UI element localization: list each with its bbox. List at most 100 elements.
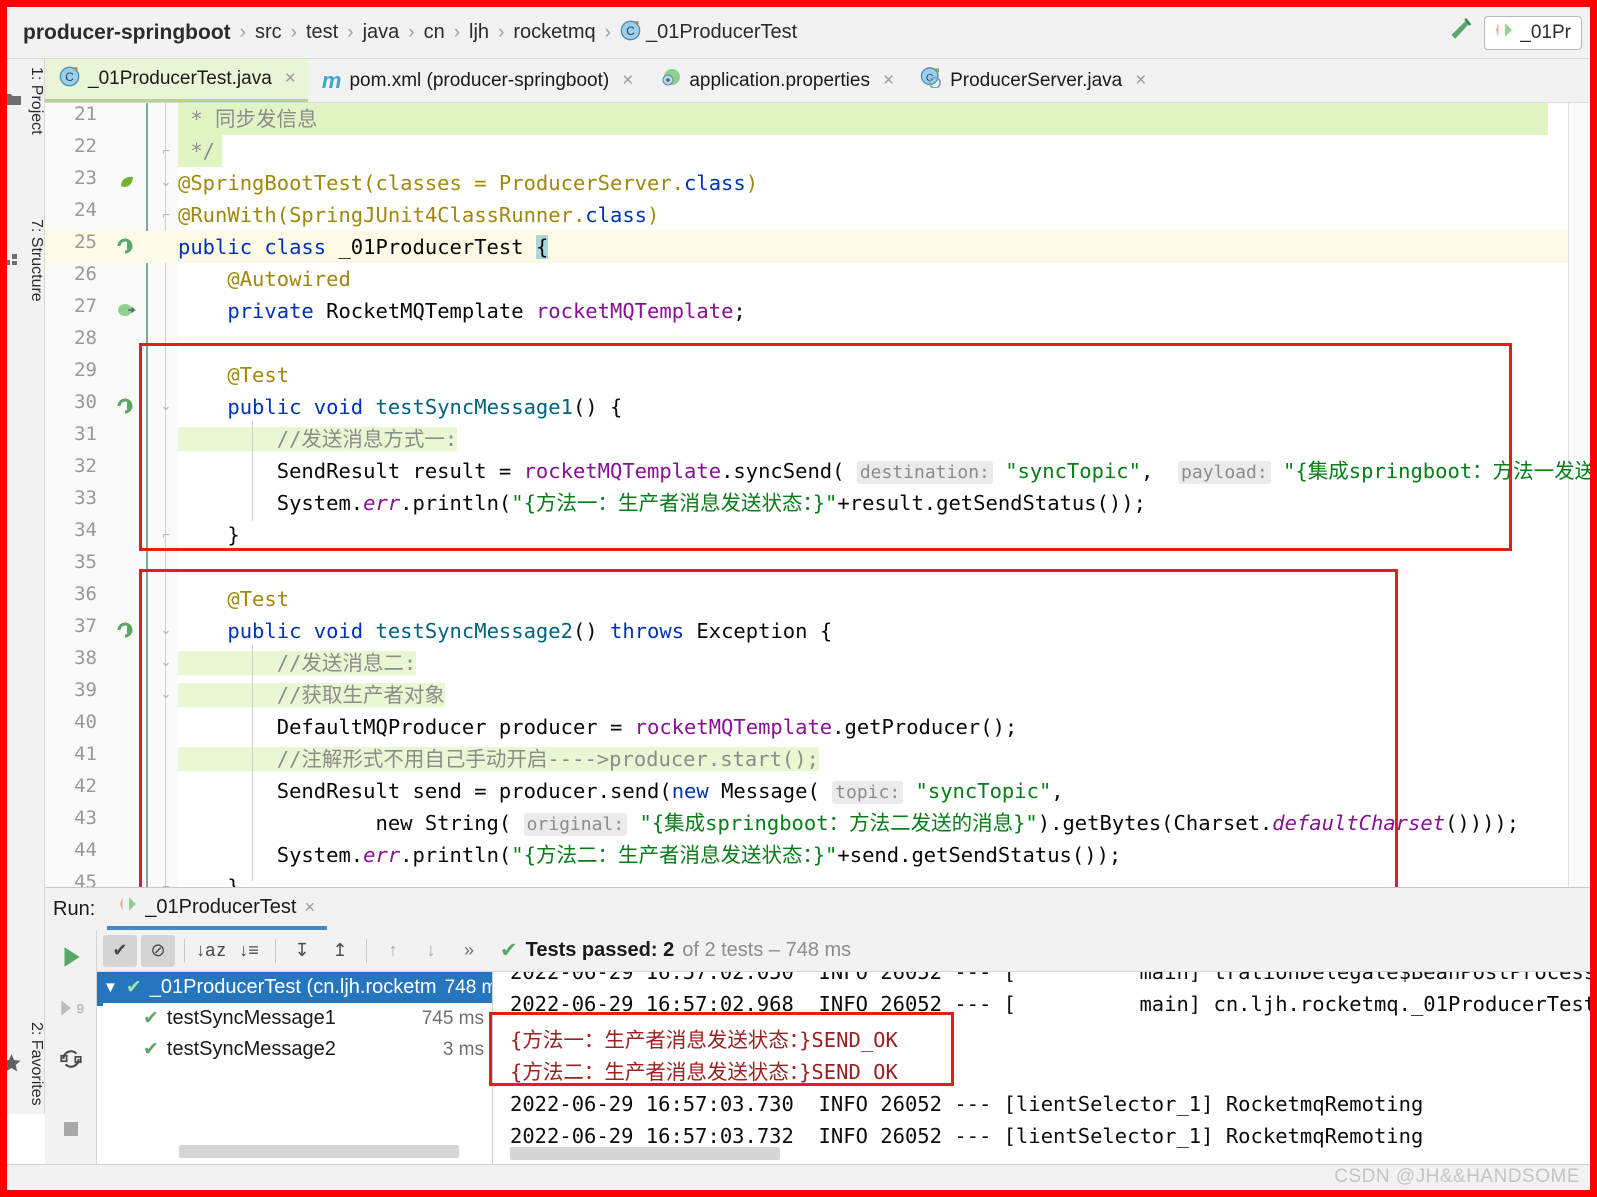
fold-icon[interactable]: ⌄ [157, 685, 175, 703]
sort-alphabetically-button[interactable]: ↓a z [194, 935, 228, 967]
code-token: { [535, 235, 549, 259]
fold-icon[interactable]: ⌄ [157, 173, 175, 191]
table-row[interactable]: ▼ ✔ _01ProducerTest (cn.ljh.rocketm 748 … [97, 972, 492, 1003]
spring-class-icon: C [920, 67, 942, 94]
code-line-22: */ [178, 135, 1590, 167]
parameter-hint: original: [523, 813, 628, 836]
hide-ignored-button[interactable]: ⊘ [141, 934, 175, 967]
tab-pom-xml[interactable]: m pom.xml (producer-springboot) × [308, 59, 645, 102]
sort-by-duration-button[interactable]: ↓≡ [232, 935, 266, 967]
svg-text:9: 9 [76, 1000, 84, 1016]
toolbar-divider [184, 938, 185, 963]
prev-failed-test-button[interactable]: ↑ [376, 935, 410, 967]
fold-icon[interactable]: ⌄ [157, 397, 175, 415]
code-token: () { [572, 395, 623, 419]
code-token: public class [178, 235, 339, 259]
line-number: 24 [74, 199, 97, 221]
next-failed-test-button[interactable]: ↓ [414, 935, 448, 967]
code-token: "{方法一：生产者消息发送状态：}" [511, 491, 838, 515]
breadcrumb-item-rocketmq[interactable]: rocketmq [513, 21, 595, 44]
more-button[interactable]: » [452, 935, 486, 967]
table-row[interactable]: ✔ testSyncMessage2 3 ms [97, 1034, 492, 1065]
show-passed-button[interactable]: ✔ [103, 934, 137, 967]
code-token: ) [647, 203, 660, 227]
autowired-bean-icon[interactable] [117, 301, 137, 321]
tab-label: _01ProducerTest.java [88, 68, 272, 89]
rerun-failed-tests-button[interactable]: 9 [58, 995, 84, 1026]
code-token: throws [610, 619, 697, 643]
rerun-button[interactable] [58, 944, 84, 975]
breadcrumb-item-class[interactable]: _01ProducerTest [646, 21, 797, 44]
code-token: "{集成springboot：方法二发送的消息}" [627, 811, 1038, 835]
fold-end-icon[interactable]: ⌐ [157, 205, 175, 223]
collapse-all-button[interactable]: ↥ [323, 935, 357, 967]
test-duration: 3 ms [442, 1038, 484, 1060]
code-token: "{集成springboot：方法一发送的消息}" [1283, 459, 1590, 483]
spring-bean-icon[interactable] [117, 173, 137, 193]
breadcrumb-item-test[interactable]: test [306, 21, 338, 44]
tree-horizontal-scrollbar[interactable] [179, 1145, 459, 1158]
close-icon[interactable]: × [1135, 70, 1146, 92]
sidebar-item-favorites[interactable]: 2: Favorites [7, 1022, 45, 1106]
run-tab-01producertest[interactable]: _01ProducerTest × [107, 888, 327, 930]
line-number: 26 [74, 263, 97, 285]
breadcrumb-item-src[interactable]: src [255, 21, 282, 44]
code-token: @Test [178, 587, 290, 611]
sidebar-item-structure[interactable]: 7: Structure [7, 219, 45, 302]
console-output[interactable]: 2022-06-29 16:57:02.050 INFO 26052 --- [… [494, 972, 1590, 1164]
breadcrumb-item-cn[interactable]: cn [424, 21, 445, 44]
fold-icon[interactable]: ⌄ [157, 653, 175, 671]
fold-end-icon[interactable]: ⌐ [157, 525, 175, 543]
expand-all-button[interactable]: ↧ [285, 935, 319, 967]
fold-icon[interactable]: ⌄ [157, 621, 175, 639]
toggle-auto-test-button[interactable] [58, 1046, 84, 1077]
console-horizontal-scrollbar[interactable] [510, 1147, 780, 1160]
breadcrumb-item-ljh[interactable]: ljh [469, 21, 489, 44]
code-token: "syncTopic" [992, 459, 1141, 483]
close-icon[interactable]: × [883, 70, 894, 92]
breadcrumb-item-project[interactable]: producer-springboot [23, 21, 231, 45]
console-line: 2022-06-29 16:57:02.968 INFO 26052 --- [… [510, 992, 1590, 1016]
breadcrumb-separator: › [408, 21, 415, 43]
code-line-31: //发送消息方式一: [178, 423, 1590, 455]
console-run-marker [97, 972, 103, 1006]
run-test-icon[interactable] [117, 397, 137, 417]
code-line-32: SendResult result = rocketMQTemplate.syn… [178, 455, 1590, 487]
code-token: .println( [400, 491, 512, 515]
line-number: 25 [74, 231, 97, 253]
test-results-tree[interactable]: ▼ ✔ _01ProducerTest (cn.ljh.rocketm 748 … [97, 972, 493, 1164]
code-token: ()))); [1445, 811, 1520, 835]
code-line-41: //注解形式不用自己手动开启---->producer.start(); [178, 743, 1590, 775]
code-token: err [363, 843, 401, 867]
toolbar-divider [366, 938, 367, 963]
stop-button[interactable] [59, 1117, 83, 1146]
line-number: 33 [74, 487, 97, 509]
sidebar-item-project[interactable]: 1: Project [7, 67, 45, 135]
code-token: DefaultMQProducer producer = [178, 715, 635, 739]
code-line-24: @RunWith(SpringJUnit4ClassRunner.class) [178, 199, 1590, 231]
run-class-icon[interactable] [117, 237, 137, 257]
close-icon[interactable]: × [285, 68, 296, 90]
close-icon[interactable]: × [304, 897, 315, 918]
breadcrumb-item-java[interactable]: java [363, 21, 400, 44]
stripe-project-label: 1: Project [28, 67, 45, 135]
tab-application-properties[interactable]: application.properties × [645, 59, 906, 102]
hammer-icon[interactable] [1444, 15, 1474, 50]
run-configuration-selector[interactable]: _01Pr [1484, 15, 1582, 50]
code-token: testSyncMessage2 [375, 619, 573, 643]
code-line-21: * 同步发信息 [178, 103, 1590, 135]
fold-end-icon[interactable]: ⌐ [157, 141, 175, 159]
code-editor[interactable]: 21 22 23 24 25 26 27 28 29 30 31 32 33 3… [45, 103, 1590, 887]
code-token: ).getBytes(Charset. [1037, 811, 1273, 835]
test-method-label: testSyncMessage2 [166, 1038, 336, 1060]
run-config-label: _01Pr [1520, 21, 1571, 43]
run-test-icon[interactable] [117, 621, 137, 641]
fold-end-icon[interactable]: ⌐ [157, 877, 175, 888]
close-icon[interactable]: × [622, 70, 633, 92]
tab-01producertest-java[interactable]: C _01ProducerTest.java × [45, 59, 308, 102]
chevron-down-icon[interactable]: ▼ [103, 979, 118, 996]
code-token: @Test [178, 363, 290, 387]
table-row[interactable]: ✔ testSyncMessage1 745 ms [97, 1003, 492, 1034]
parameter-hint: topic: [832, 781, 904, 804]
tab-producerserver-java[interactable]: C ProducerServer.java × [906, 59, 1158, 102]
